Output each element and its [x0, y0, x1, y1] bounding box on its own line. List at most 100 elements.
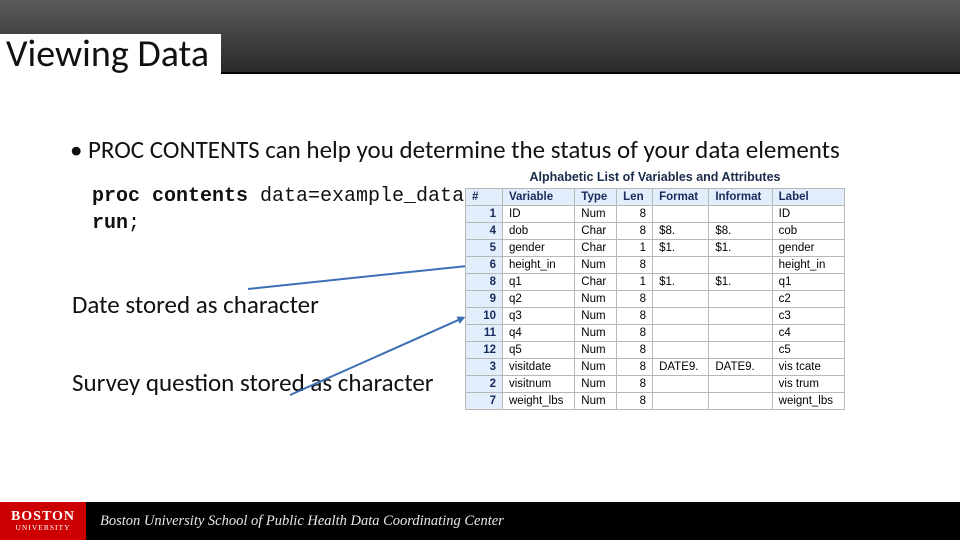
cell: 1: [466, 206, 503, 223]
cell: 10: [466, 308, 503, 325]
cell: [653, 325, 709, 342]
cell: $1.: [653, 240, 709, 257]
cell: DATE9.: [653, 359, 709, 376]
cell: 7: [466, 393, 503, 410]
cell: q3: [503, 308, 575, 325]
cell: 3: [466, 359, 503, 376]
table-row: 6height_inNum8height_in: [466, 257, 845, 274]
table-row: 9q2Num8c2: [466, 291, 845, 308]
cell: c3: [772, 308, 844, 325]
table-row: 1IDNum8ID: [466, 206, 845, 223]
col-variable: Variable: [503, 189, 575, 206]
table-row: 8q1Char1$1.$1.q1: [466, 274, 845, 291]
cell: 8: [617, 257, 653, 274]
cell: [653, 206, 709, 223]
cell: [653, 257, 709, 274]
cell: 8: [617, 359, 653, 376]
bullet-text: PROC CONTENTS can help you determine the…: [88, 134, 840, 165]
table-row: 2visitnumNum8vis trum: [466, 376, 845, 393]
cell: 8: [617, 291, 653, 308]
cell: 8: [617, 376, 653, 393]
cell: Num: [575, 308, 617, 325]
cell: 8: [617, 308, 653, 325]
cell: [709, 342, 772, 359]
cell: ID: [503, 206, 575, 223]
cell: q4: [503, 325, 575, 342]
col-format: Format: [653, 189, 709, 206]
cell: c2: [772, 291, 844, 308]
cell: Num: [575, 257, 617, 274]
title-bar: Viewing Data: [0, 0, 960, 74]
cell: $8.: [653, 223, 709, 240]
cell: 8: [466, 274, 503, 291]
cell: [709, 206, 772, 223]
sas-output-panel: Alphabetic List of Variables and Attribu…: [465, 170, 845, 410]
cell: [653, 393, 709, 410]
cell: 8: [617, 325, 653, 342]
cell: $1.: [709, 240, 772, 257]
cell: [709, 376, 772, 393]
cell: Num: [575, 359, 617, 376]
cell: [709, 325, 772, 342]
cell: Char: [575, 240, 617, 257]
cell: [653, 342, 709, 359]
cell: Num: [575, 342, 617, 359]
cell: Char: [575, 274, 617, 291]
table-row: 12q5Num8c5: [466, 342, 845, 359]
cell: [653, 308, 709, 325]
cell: 8: [617, 393, 653, 410]
cell: gender: [772, 240, 844, 257]
cell: [709, 308, 772, 325]
table-row: 10q3Num8 c3: [466, 308, 845, 325]
cell: c5: [772, 342, 844, 359]
variables-table: # Variable Type Len Format Informat Labe…: [465, 188, 845, 410]
cell: q1: [772, 274, 844, 291]
table-row: 7weight_lbsNum8weignt_lbs: [466, 393, 845, 410]
cell: 4: [466, 223, 503, 240]
cell: Num: [575, 376, 617, 393]
logo-top: BOSTON: [11, 510, 75, 524]
cell: [653, 291, 709, 308]
cell: Char: [575, 223, 617, 240]
col-num: #: [466, 189, 503, 206]
col-type: Type: [575, 189, 617, 206]
col-label: Label: [772, 189, 844, 206]
cell: Num: [575, 206, 617, 223]
cell: weight_lbs: [503, 393, 575, 410]
cell: [709, 393, 772, 410]
cell: 6: [466, 257, 503, 274]
cell: vis tcate: [772, 359, 844, 376]
table-row: 4dobChar8$8.$8.cob: [466, 223, 845, 240]
cell: visitnum: [503, 376, 575, 393]
cell: q5: [503, 342, 575, 359]
bullet-dot: •: [70, 134, 88, 165]
cell: 8: [617, 223, 653, 240]
cell: dob: [503, 223, 575, 240]
slide-title: Viewing Data: [0, 34, 221, 76]
cell: cob: [772, 223, 844, 240]
cell: height_in: [772, 257, 844, 274]
cell: 9: [466, 291, 503, 308]
cell: $1.: [653, 274, 709, 291]
table-row: 3visitdateNum8DATE9.DATE9.vis tcate: [466, 359, 845, 376]
bu-logo: BOSTON UNIVERSITY: [0, 502, 86, 540]
table-row: 11q4Num8c4: [466, 325, 845, 342]
cell: 2: [466, 376, 503, 393]
cell: ID: [772, 206, 844, 223]
cell: 12: [466, 342, 503, 359]
bullet-line: •PROC CONTENTS can help you determine th…: [70, 134, 940, 165]
table-row: 5genderChar1$1.$1.gender: [466, 240, 845, 257]
cell: weignt_lbs: [772, 393, 844, 410]
footer-text: Boston University School of Public Healt…: [100, 513, 504, 530]
cell: height_in: [503, 257, 575, 274]
cell: c4: [772, 325, 844, 342]
cell: $8.: [709, 223, 772, 240]
footer-bar: BOSTON UNIVERSITY Boston University Scho…: [0, 502, 960, 540]
logo-bottom: UNIVERSITY: [16, 524, 71, 532]
cell: 5: [466, 240, 503, 257]
col-informat: Informat: [709, 189, 772, 206]
cell: [709, 257, 772, 274]
col-len: Len: [617, 189, 653, 206]
cell: Num: [575, 325, 617, 342]
cell: Num: [575, 291, 617, 308]
